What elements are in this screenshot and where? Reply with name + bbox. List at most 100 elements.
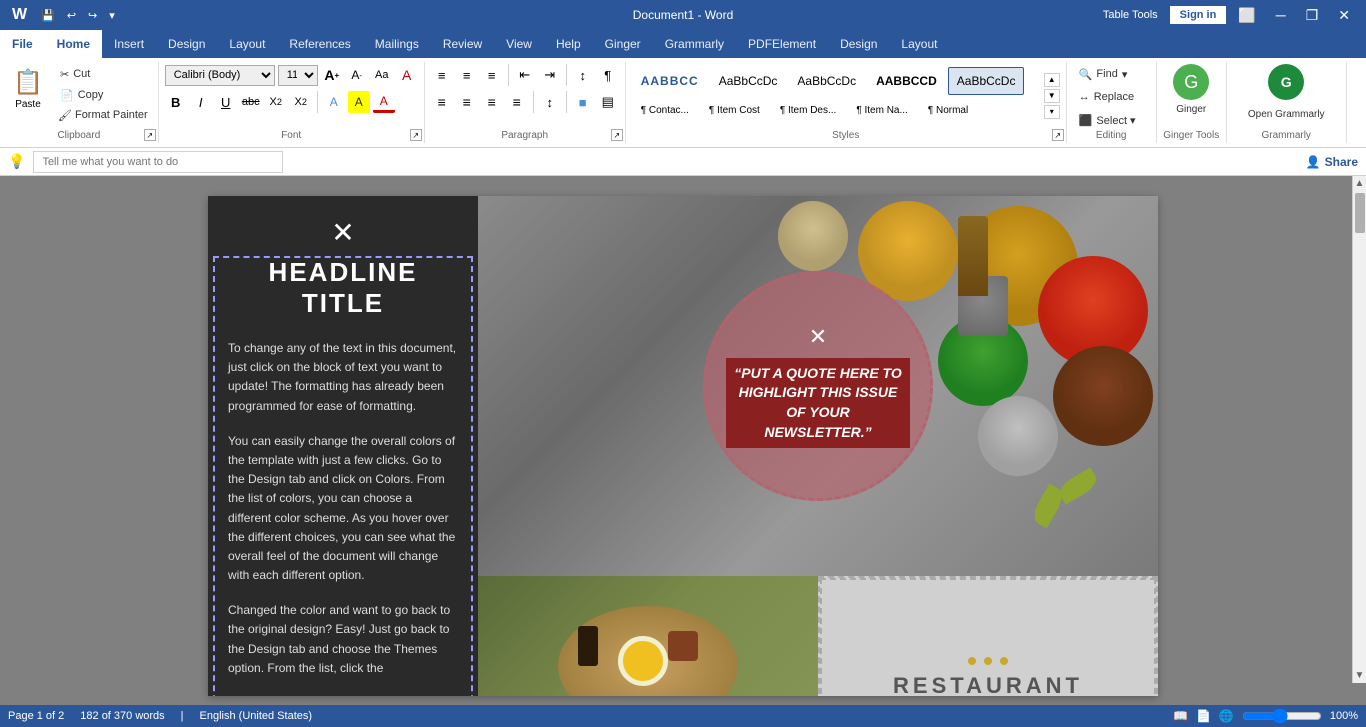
leaf-1 [1056, 467, 1101, 504]
paragraph-expand-button[interactable]: ↗ [611, 129, 623, 141]
open-grammarly-button[interactable]: Open Grammarly [1242, 104, 1331, 124]
minimize-button[interactable]: ─ [1268, 5, 1294, 25]
style-item-contact[interactable]: ¶ Contac... [632, 97, 698, 125]
redo-button[interactable]: ↪ [84, 7, 101, 24]
styles-scroll-down-button[interactable]: ▼ [1044, 89, 1060, 103]
scroll-up-arrow[interactable]: ▲ [1353, 176, 1366, 191]
find-button[interactable]: 🔍 Find ▾ [1073, 64, 1142, 84]
tab-file[interactable]: File [0, 30, 45, 58]
scroll-down-arrow[interactable]: ▼ [1353, 668, 1366, 683]
scrollbar-thumb[interactable] [1355, 193, 1365, 233]
styles-expand-button[interactable]: ▾ [1044, 105, 1060, 119]
print-layout-button[interactable]: 📄 [1196, 709, 1211, 723]
tab-design[interactable]: Design [156, 30, 217, 58]
paste-button[interactable]: 📋 Paste [6, 64, 50, 122]
text-effects-button[interactable]: A [323, 91, 345, 113]
line-spacing-button[interactable]: ↕ [539, 91, 561, 113]
align-left-button[interactable]: ≡ [431, 91, 453, 113]
tab-layout[interactable]: Layout [217, 30, 277, 58]
font-shrink-button[interactable]: A- [346, 64, 368, 86]
justify-button[interactable]: ≡ [506, 91, 528, 113]
replace-button[interactable]: ↔ Replace [1073, 87, 1142, 107]
align-center-button[interactable]: ≡ [456, 91, 478, 113]
styles-scroll-controls: ▲ ▼ ▾ [1044, 73, 1060, 119]
tab-grammarly[interactable]: Grammarly [653, 30, 736, 58]
tab-ginger[interactable]: Ginger [593, 30, 653, 58]
tab-layout2[interactable]: Layout [889, 30, 949, 58]
font-expand-button[interactable]: ↗ [410, 129, 422, 141]
zoom-slider[interactable] [1242, 708, 1322, 724]
align-right-button[interactable]: ≡ [481, 91, 503, 113]
clipboard-expand-button[interactable]: ↗ [144, 129, 156, 141]
style-item-aabbccd[interactable]: AABBCCD [867, 67, 946, 95]
borders-button[interactable]: ▤ [597, 91, 619, 113]
copy-button[interactable]: 📄 Copy [54, 85, 152, 105]
superscript-button[interactable]: X2 [290, 91, 312, 113]
customize-quick-access-button[interactable]: ▾ [105, 7, 119, 24]
tab-view[interactable]: View [494, 30, 544, 58]
show-hide-button[interactable]: ¶ [597, 64, 619, 86]
multilevel-list-button[interactable]: ≡ [481, 64, 503, 86]
select-button[interactable]: ⬛ Select ▾ [1073, 110, 1142, 130]
save-button[interactable]: 💾 [37, 7, 59, 24]
tab-help[interactable]: Help [544, 30, 593, 58]
styles-expand-dialog-button[interactable]: ↗ [1052, 129, 1064, 141]
dot-2 [984, 657, 992, 665]
numbering-button[interactable]: ≡ [456, 64, 478, 86]
style-item-itemna[interactable]: ¶ Item Na... [847, 97, 917, 125]
share-button[interactable]: Share [1325, 155, 1358, 169]
style-item-aabbccdc2[interactable]: AaBbCcDc [788, 67, 865, 95]
web-layout-button[interactable]: 🌐 [1219, 709, 1234, 723]
subscript-button[interactable]: X2 [265, 91, 287, 113]
read-mode-button[interactable]: 📖 [1173, 709, 1188, 723]
status-bar-right: 📖 📄 🌐 100% [1173, 708, 1358, 724]
vertical-scrollbar[interactable]: ▲ ▼ [1352, 176, 1366, 683]
tab-mailings[interactable]: Mailings [363, 30, 431, 58]
quote-text: “PUT A QUOTE HERE TO HIGHLIGHT THIS ISSU… [726, 358, 910, 448]
decrease-indent-button[interactable]: ⇤ [514, 64, 536, 86]
tab-review[interactable]: Review [431, 30, 494, 58]
style-item-active[interactable]: AaBbCcDc [948, 67, 1025, 95]
close-button[interactable]: ✕ [1330, 5, 1358, 26]
increase-indent-button[interactable]: ⇥ [539, 64, 561, 86]
cut-button[interactable]: ✂ Cut [54, 64, 152, 84]
style-item-aabbcc1[interactable]: AABBCC [632, 67, 708, 95]
document-page[interactable]: ⊹ ✕ HEADLINE TITLE To change any of the … [208, 196, 1158, 696]
font-grow-button[interactable]: A+ [321, 64, 343, 86]
styles-scroll-up-button[interactable]: ▲ [1044, 73, 1060, 87]
font-name-select[interactable]: Calibri (Body) [165, 65, 275, 86]
restore-button[interactable]: ❐ [1298, 5, 1327, 26]
font-size-select[interactable]: 11 [278, 65, 318, 86]
language-indicator: | [181, 710, 184, 722]
tab-design2[interactable]: Design [828, 30, 889, 58]
tab-home[interactable]: Home [45, 30, 102, 58]
sort-button[interactable]: ↕ [572, 64, 594, 86]
change-case-button[interactable]: Aa [371, 64, 393, 86]
undo-button[interactable]: ↩ [63, 7, 80, 24]
tell-me-input[interactable] [33, 151, 283, 173]
style-item-itemdes[interactable]: ¶ Item Des... [771, 97, 846, 125]
clipboard-group: 📋 Paste ✂ Cut 📄 Copy 🖌 Format Painter Cl… [0, 62, 159, 143]
quote-utensils-icon: ✕ [809, 324, 827, 350]
tab-pdfelement[interactable]: PDFElement [736, 30, 828, 58]
underline-button[interactable]: U [215, 91, 237, 113]
font-color-button[interactable]: A [373, 91, 395, 113]
style-item-itemcost[interactable]: ¶ Item Cost [700, 97, 769, 125]
highlight-color-button[interactable]: A [348, 91, 370, 113]
format-painter-button[interactable]: 🖌 Format Painter [54, 106, 152, 124]
strikethrough-button[interactable]: abc [240, 91, 262, 113]
bullets-button[interactable]: ≡ [431, 64, 453, 86]
replace-icon: ↔ [1079, 91, 1090, 103]
signin-button[interactable]: Sign in [1170, 6, 1227, 24]
shading-button[interactable]: ■ [572, 91, 594, 113]
styles-group: AABBCC AaBbCcDc AaBbCcDc AABBCCD AaBbCcD… [626, 62, 1067, 143]
style-item-aabbccdc1[interactable]: AaBbCcDc [710, 67, 787, 95]
italic-button[interactable]: I [190, 91, 212, 113]
style-item-normal[interactable]: ¶ Normal [919, 97, 977, 125]
share-person-icon: 👤 [1306, 155, 1321, 169]
clear-formatting-button[interactable]: A [396, 64, 418, 86]
tab-insert[interactable]: Insert [102, 30, 156, 58]
tab-references[interactable]: References [277, 30, 362, 58]
layout-view-button[interactable]: ⬜ [1230, 5, 1263, 26]
bold-button[interactable]: B [165, 91, 187, 113]
